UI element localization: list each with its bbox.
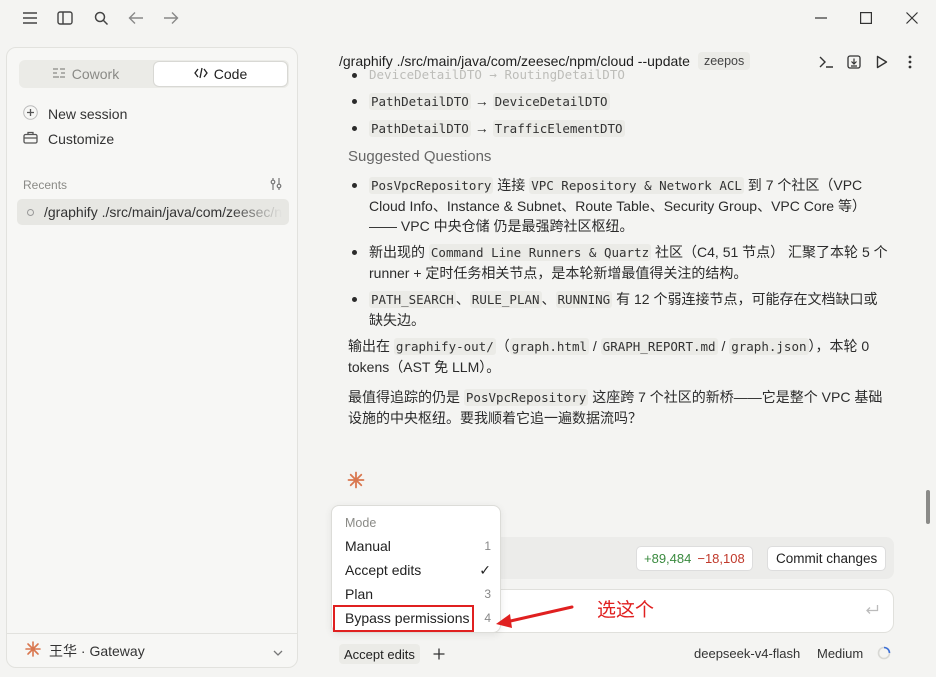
session-command: /graphify ./src/main/java/com/zeesec/npm… — [339, 53, 690, 69]
send-icon[interactable] — [865, 603, 879, 619]
text-span: 新出现的 — [369, 244, 429, 260]
code-span: RUNNING — [555, 291, 613, 308]
close-icon[interactable] — [902, 8, 922, 28]
tab-label: Code — [213, 66, 248, 82]
separator: / — [589, 338, 601, 354]
code-span: Command Line Runners & Quartz — [428, 244, 652, 261]
new-session-button[interactable]: New session — [23, 105, 127, 123]
title-bar — [0, 0, 936, 36]
suggested-questions-heading: Suggested Questions — [348, 148, 492, 165]
briefcase-icon — [23, 131, 38, 147]
separator: 、 — [455, 291, 470, 307]
text-span: 连接 — [493, 177, 530, 193]
code-span: PATH_SEARCH — [369, 291, 456, 308]
maximize-icon[interactable] — [856, 8, 876, 28]
list-item: 新出现的 Command Line Runners & Quartz 社区（C4… — [349, 242, 889, 283]
code-span: graph.html — [509, 338, 589, 355]
annotation-arrow — [496, 605, 574, 628]
recents-label: Recents — [23, 178, 68, 192]
code-span: GRAPH_REPORT.md — [600, 338, 718, 355]
conversation-content: DeviceDetailDTO → RoutingDetailDTO PathD… — [339, 68, 889, 498]
option-label: Accept edits — [345, 562, 422, 578]
annotation-text: 选这个 — [597, 600, 655, 621]
code-span: graph.json — [729, 338, 809, 355]
code-span: PathDetailDTO — [369, 93, 471, 110]
list-item: PathDetailDTO → TrafficElementDTO — [349, 118, 889, 139]
code-span: TrafficElementDTO — [492, 120, 625, 137]
additions-count: +89,484 — [644, 551, 692, 566]
code-span: DeviceDetailDTO — [492, 93, 610, 110]
separator: / — [717, 338, 730, 354]
list-item: PosVpcRepository 连接 VPC Repository & Net… — [349, 175, 889, 236]
cowork-icon — [52, 66, 66, 82]
filter-icon[interactable] — [269, 177, 283, 194]
closing-paragraph: 最值得追踪的仍是 PosVpcRepository 这座跨 7 个社区的新桥——… — [348, 387, 889, 428]
commit-changes-button[interactable]: Commit changes — [767, 546, 887, 571]
code-span: VPC Repository & Network ACL — [529, 177, 744, 194]
text-span: （ — [495, 338, 510, 354]
back-icon[interactable] — [126, 8, 146, 28]
more-options-icon[interactable] — [901, 53, 919, 71]
effort-selector[interactable]: Medium — [817, 646, 863, 661]
mode-selector-button[interactable]: Accept edits — [339, 644, 420, 664]
spark-loading-icon — [347, 471, 365, 492]
arrow-text: → — [474, 93, 489, 109]
sidebar-toggle-icon[interactable] — [55, 8, 75, 28]
recent-session-item[interactable]: /graphify ./src/main/java/com/zeesec/n — [17, 199, 289, 225]
arrow-text: → — [474, 120, 489, 136]
code-icon — [193, 66, 208, 82]
tab-code[interactable]: Code — [154, 62, 287, 86]
mode-option-manual[interactable]: Manual 1 — [335, 535, 497, 557]
mode-switch: Cowork Code — [19, 60, 289, 88]
mode-option-plan[interactable]: Plan 3 — [335, 583, 497, 605]
suggested-questions-list: PosVpcRepository 连接 VPC Repository & Net… — [339, 175, 889, 330]
list-item: PathDetailDTO → DeviceDetailDTO — [349, 91, 889, 112]
menu-icon[interactable] — [20, 8, 40, 28]
context-usage-icon[interactable] — [877, 646, 891, 660]
sidebar: Cowork Code New session Customize Recent… — [6, 47, 298, 668]
customize-label: Customize — [48, 131, 115, 147]
code-span: RULE_PLAN — [469, 291, 542, 308]
model-selector[interactable]: deepseek-v4-flash — [694, 646, 800, 661]
minimize-icon[interactable] — [811, 8, 831, 28]
mode-option-accept-edits[interactable]: Accept edits ✓ — [335, 559, 497, 581]
text-span: 输出在 — [348, 338, 394, 354]
annotation-highlight-box — [333, 605, 474, 632]
code-span: PathDetailDTO — [369, 120, 471, 137]
option-label: Plan — [345, 586, 374, 602]
search-icon[interactable] — [91, 8, 111, 28]
tab-cowork[interactable]: Cowork — [19, 60, 152, 88]
code-span: PosVpcRepository — [463, 389, 589, 406]
list-item: PATH_SEARCH、 RULE_PLAN、 RUNNING 有 12 个弱连接节… — [349, 289, 889, 330]
diff-stats[interactable]: +89,484 −18,108 — [636, 546, 753, 571]
chevron-down-icon — [273, 643, 283, 659]
recent-session-label: /graphify ./src/main/java/com/zeesec/n — [44, 204, 283, 220]
user-label: 王华 · Gateway — [49, 642, 145, 659]
deletions-count: −18,108 — [697, 551, 745, 566]
plus-icon — [23, 105, 38, 123]
mapping-list: DeviceDetailDTO → RoutingDetailDTO PathD… — [339, 68, 889, 139]
option-label: Manual — [345, 538, 391, 554]
shortcut-key: 3 — [484, 587, 491, 601]
session-status-icon — [27, 208, 34, 216]
shortcut-key: 4 — [484, 611, 491, 625]
customize-button[interactable]: Customize — [23, 131, 114, 147]
forward-icon[interactable] — [161, 8, 181, 28]
faded-list-item: DeviceDetailDTO → RoutingDetailDTO — [349, 68, 889, 85]
checkmark-icon: ✓ — [479, 561, 491, 578]
scrollbar-thumb[interactable] — [926, 490, 930, 524]
text-span: 最值得追踪的仍是 — [348, 389, 464, 405]
code-span: PosVpcRepository — [369, 177, 494, 194]
separator: 、 — [541, 291, 556, 307]
spark-logo-icon — [25, 641, 41, 660]
user-account-row[interactable]: 王华 · Gateway — [7, 633, 297, 667]
output-paragraph: 输出在 graphify-out/（graph.html / GRAPH_REP… — [348, 336, 889, 377]
add-attachment-icon[interactable] — [431, 644, 447, 664]
tab-label: Cowork — [71, 66, 120, 82]
mode-menu-title: Mode — [345, 516, 377, 530]
code-span: graphify-out/ — [393, 338, 496, 355]
shortcut-key: 1 — [484, 539, 491, 553]
new-session-label: New session — [48, 106, 128, 122]
